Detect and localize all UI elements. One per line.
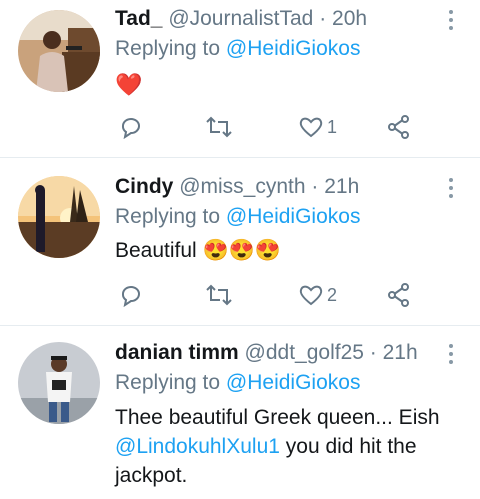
retweet-button[interactable]: [205, 282, 233, 308]
like-button[interactable]: 2: [298, 282, 337, 308]
retweet-icon: [206, 284, 232, 306]
avatar[interactable]: [18, 176, 100, 258]
replying-to-label: Replying to: [115, 371, 221, 394]
tweet-text: Beautiful 😍😍😍: [115, 239, 282, 262]
reply-button[interactable]: [118, 282, 144, 308]
reply-button[interactable]: [118, 114, 144, 140]
more-options-icon[interactable]: [448, 10, 454, 32]
tweet-1[interactable]: Tad_ @JournalistTad · 20h Replying to @H…: [0, 0, 480, 157]
avatar[interactable]: [18, 10, 100, 92]
timestamp[interactable]: · 20h: [319, 7, 367, 30]
display-name[interactable]: danian timm: [115, 341, 239, 364]
like-count: 1: [327, 116, 338, 137]
user-handle[interactable]: @JournalistTad: [168, 7, 313, 30]
retweet-button[interactable]: [205, 114, 233, 140]
timestamp[interactable]: · 21h: [311, 175, 359, 198]
tweet-text: ❤️: [115, 72, 143, 97]
tweet-text-part: Thee beautiful Greek queen... Eish: [115, 406, 440, 429]
tweet-header: danian timm @ddt_golf25 · 21h: [115, 340, 418, 366]
reply-icon: [122, 286, 140, 308]
replying-to-label: Replying to: [115, 205, 221, 228]
heart-icon: [299, 285, 323, 306]
replying-to-mention[interactable]: @HeidiGiokos: [226, 37, 361, 60]
share-button[interactable]: [386, 282, 412, 308]
timestamp[interactable]: · 21h: [370, 341, 418, 364]
retweet-icon: [206, 116, 232, 138]
heart-icon: [299, 117, 323, 138]
replying-to-mention[interactable]: @HeidiGiokos: [226, 371, 361, 394]
like-button[interactable]: 1: [298, 114, 337, 140]
like-count: 2: [327, 284, 338, 305]
share-button[interactable]: [386, 114, 412, 140]
replying-to-line: Replying to @HeidiGiokos: [115, 370, 360, 396]
avatar[interactable]: [18, 342, 100, 424]
tweet-2[interactable]: Cindy @miss_cynth · 21h Replying to @Hei…: [0, 158, 480, 324]
tweet-header: Cindy @miss_cynth · 21h: [115, 174, 359, 200]
display-name[interactable]: Tad_: [115, 7, 162, 30]
reply-icon: [122, 118, 140, 140]
replying-to-label: Replying to: [115, 37, 221, 60]
tweet-header: Tad_ @JournalistTad · 20h: [115, 6, 367, 32]
share-icon: [388, 115, 409, 139]
more-options-icon[interactable]: [448, 178, 454, 200]
more-options-icon[interactable]: [448, 344, 454, 366]
replying-to-mention[interactable]: @HeidiGiokos: [226, 205, 361, 228]
replying-to-line: Replying to @HeidiGiokos: [115, 204, 360, 230]
user-handle[interactable]: @ddt_golf25: [245, 341, 364, 364]
display-name[interactable]: Cindy: [115, 175, 173, 198]
tweet-text: Thee beautiful Greek queen... Eish @Lind…: [115, 403, 455, 490]
share-icon: [388, 283, 409, 307]
user-handle[interactable]: @miss_cynth: [179, 175, 305, 198]
replying-to-line: Replying to @HeidiGiokos: [115, 36, 360, 62]
tweet-3[interactable]: danian timm @ddt_golf25 · 21h Replying t…: [0, 326, 480, 499]
mention-link[interactable]: @LindokuhlXulu1: [115, 435, 280, 458]
